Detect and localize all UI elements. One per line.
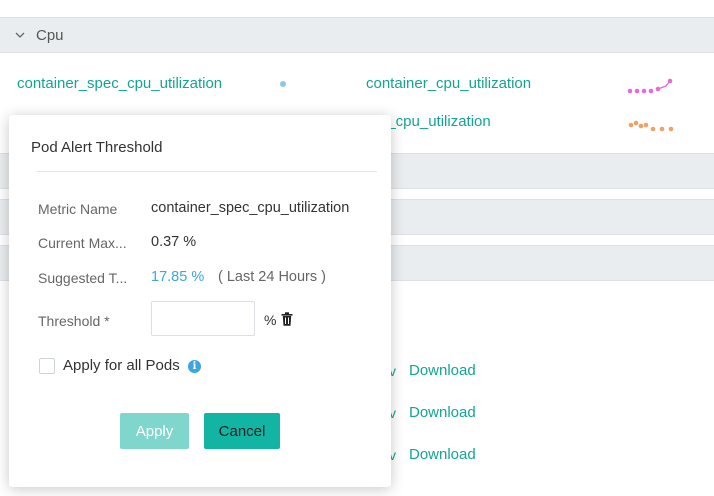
metric-name-label: Metric Name <box>38 201 118 217</box>
suggested-threshold-label: Suggested T... <box>38 270 128 286</box>
current-max-value: 0.37 % <box>151 234 197 250</box>
info-icon[interactable]: i <box>188 360 201 373</box>
sparkline-orange <box>628 120 674 132</box>
metric-link-spec-cpu[interactable]: container_spec_cpu_utilization <box>17 75 222 92</box>
pod-alert-threshold-dialog: Pod Alert Threshold Metric Name containe… <box>9 115 391 487</box>
download-link[interactable]: Download <box>409 362 476 379</box>
current-max-label: Current Max... <box>38 235 127 251</box>
apply-all-pods-label[interactable]: Apply for all Pods <box>63 357 180 374</box>
sparkline-pink <box>627 78 673 94</box>
section-title: Cpu <box>36 26 64 44</box>
download-link[interactable]: Download <box>409 446 476 463</box>
apply-button[interactable]: Apply <box>120 413 189 449</box>
suggested-threshold-value[interactable]: 17.85 % <box>151 269 204 285</box>
metric-link-cpu[interactable]: container_cpu_utilization <box>366 75 531 92</box>
trash-icon[interactable] <box>281 312 293 326</box>
metric-link-partial[interactable]: l_cpu_utilization <box>384 113 491 130</box>
section-header-cpu[interactable]: Cpu <box>0 17 714 53</box>
status-dot <box>280 81 286 87</box>
suggested-threshold-note: ( Last 24 Hours ) <box>218 269 326 285</box>
dialog-title: Pod Alert Threshold <box>31 139 163 156</box>
apply-all-pods-checkbox[interactable] <box>39 358 55 374</box>
cancel-button[interactable]: Cancel <box>204 413 280 449</box>
threshold-unit: % <box>264 312 277 328</box>
chevron-down-icon[interactable] <box>14 29 26 41</box>
divider <box>37 171 377 172</box>
metric-name-value: container_spec_cpu_utilization <box>151 200 350 216</box>
download-link[interactable]: Download <box>409 404 476 421</box>
threshold-label: Threshold * <box>38 313 110 329</box>
threshold-input[interactable] <box>151 301 255 336</box>
